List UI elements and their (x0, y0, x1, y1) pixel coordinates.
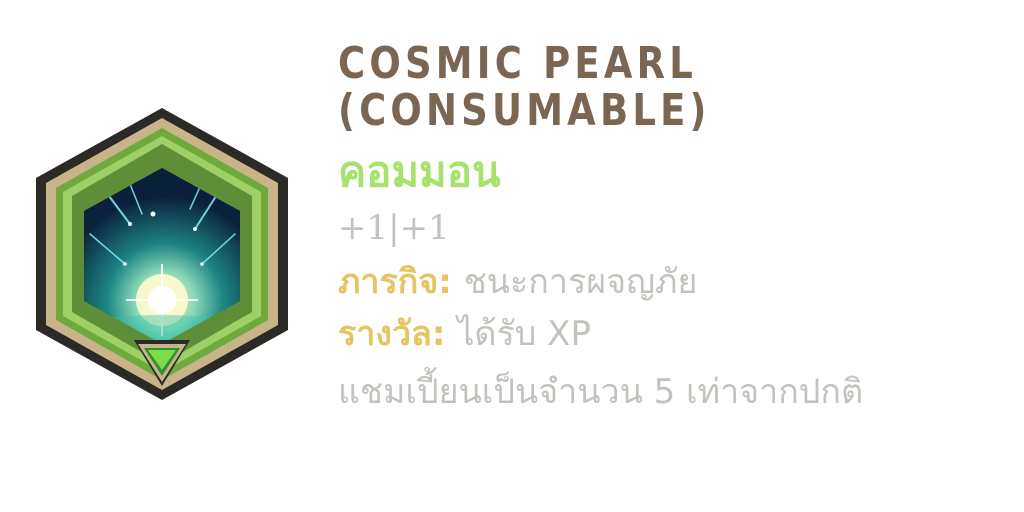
item-name-line-1: COSMIC PEARL (338, 38, 698, 89)
item-name: COSMIC PEARL (CONSUMABLE) (338, 40, 909, 134)
item-icon-frame (30, 104, 294, 404)
reward-row: รางวัล: ได้รับ XP (338, 314, 1018, 354)
item-description: แชมเปี้ยนเป็นจำนวน 5 เท่าจากปกติ (338, 372, 864, 412)
mission-value: ชนะการผจญภัย (463, 262, 698, 302)
reward-label: รางวัล: (338, 314, 458, 354)
mission-label: ภารกิจ: (338, 262, 464, 302)
item-name-line-2: (CONSUMABLE) (338, 85, 711, 136)
mission-row: ภารกิจ: ชนะการผจญภัย (338, 262, 1018, 302)
cosmic-pearl-icon (36, 108, 288, 400)
item-stats: +1|+1 (338, 208, 450, 248)
item-rarity: คอมมอน (338, 147, 501, 196)
reward-value: ได้รับ XP (457, 314, 591, 354)
item-info-panel: COSMIC PEARL (CONSUMABLE) คอมมอน +1|+1 ภ… (338, 40, 1018, 412)
